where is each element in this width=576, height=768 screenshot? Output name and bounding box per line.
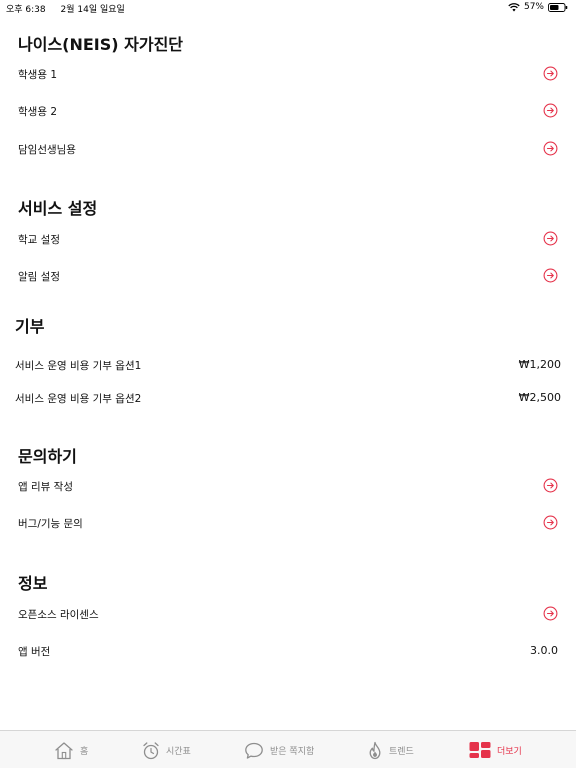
donate-option-label: 서비스 운영 비용 기부 옵션2 [15,393,142,405]
donate-option-2[interactable]: 서비스 운영 비용 기부 옵션2 ₩2,500 [0,383,576,413]
section-title-info: 정보 [18,574,48,593]
app-version-label: 앱 버전 [18,646,51,658]
section-title-inquiry: 문의하기 [18,447,77,466]
donate-option-price: ₩1,200 [518,358,561,371]
menu-item-write-review[interactable]: 앱 리뷰 작성 [0,471,576,501]
app-version-row: 앱 버전 3.0.0 [0,636,576,666]
menu-item-label: 앱 리뷰 작성 [18,481,73,493]
tab-label: 더보기 [497,746,522,757]
menu-item-bug-feature-inquiry[interactable]: 버그/기능 문의 [0,508,576,538]
alarm-clock-icon [142,741,160,760]
home-icon [54,741,74,760]
tab-home[interactable]: 홈 [54,731,88,768]
tab-timetable[interactable]: 시간표 [142,731,191,768]
menu-item-school-settings[interactable]: 학교 설정 [0,224,576,254]
section-title-service: 서비스 설정 [18,199,98,218]
tab-inbox[interactable]: 받은 쪽지함 [244,731,314,768]
menu-item-student-2[interactable]: 학생용 2 [0,96,576,126]
donate-option-price: ₩2,500 [518,391,561,404]
menu-item-notification-settings[interactable]: 알림 설정 [0,261,576,291]
menu-item-label: 학교 설정 [18,234,60,246]
donate-option-1[interactable]: 서비스 운영 비용 기부 옵션1 ₩1,200 [0,350,576,380]
arrow-circle-right-icon [543,606,558,621]
donate-option-label: 서비스 운영 비용 기부 옵션1 [15,360,142,372]
arrow-circle-right-icon [543,231,558,246]
tab-label: 받은 쪽지함 [270,746,315,757]
menu-item-homeroom-teacher[interactable]: 담임선생님용 [0,134,576,164]
flame-icon [367,741,383,760]
menu-item-label: 알림 설정 [18,271,60,283]
menu-item-label: 담임선생님용 [18,144,76,156]
tab-trend[interactable]: 트렌드 [367,731,414,768]
menu-item-open-source-licenses[interactable]: 오픈소스 라이센스 [0,599,576,629]
arrow-circle-right-icon [543,515,558,530]
chat-bubble-icon [244,741,264,760]
arrow-circle-right-icon [543,478,558,493]
arrow-circle-right-icon [543,103,558,118]
menu-item-label: 버그/기능 문의 [18,518,83,530]
app-version-value: 3.0.0 [530,644,558,657]
menu-item-label: 학생용 1 [18,69,57,81]
tab-label: 트렌드 [389,746,414,757]
menu-item-label: 오픈소스 라이센스 [18,609,99,621]
tab-label: 시간표 [166,746,191,757]
section-title-neis: 나이스(NEIS) 자가진단 [18,35,184,54]
arrow-circle-right-icon [543,141,558,156]
settings-content: 나이스(NEIS) 자가진단 학생용 1 학생용 2 담임선생님용 서비스 설정… [0,0,576,730]
tab-bar: 홈 시간표 받은 쪽지함 트렌드 더보기 [0,730,576,768]
menu-item-label: 학생용 2 [18,106,57,118]
menu-item-student-1[interactable]: 학생용 1 [0,59,576,89]
grid-icon [469,741,491,759]
arrow-circle-right-icon [543,268,558,283]
arrow-circle-right-icon [543,66,558,81]
section-title-donate: 기부 [15,317,45,336]
tab-label: 홈 [80,746,89,757]
tab-more[interactable]: 더보기 [469,731,522,768]
